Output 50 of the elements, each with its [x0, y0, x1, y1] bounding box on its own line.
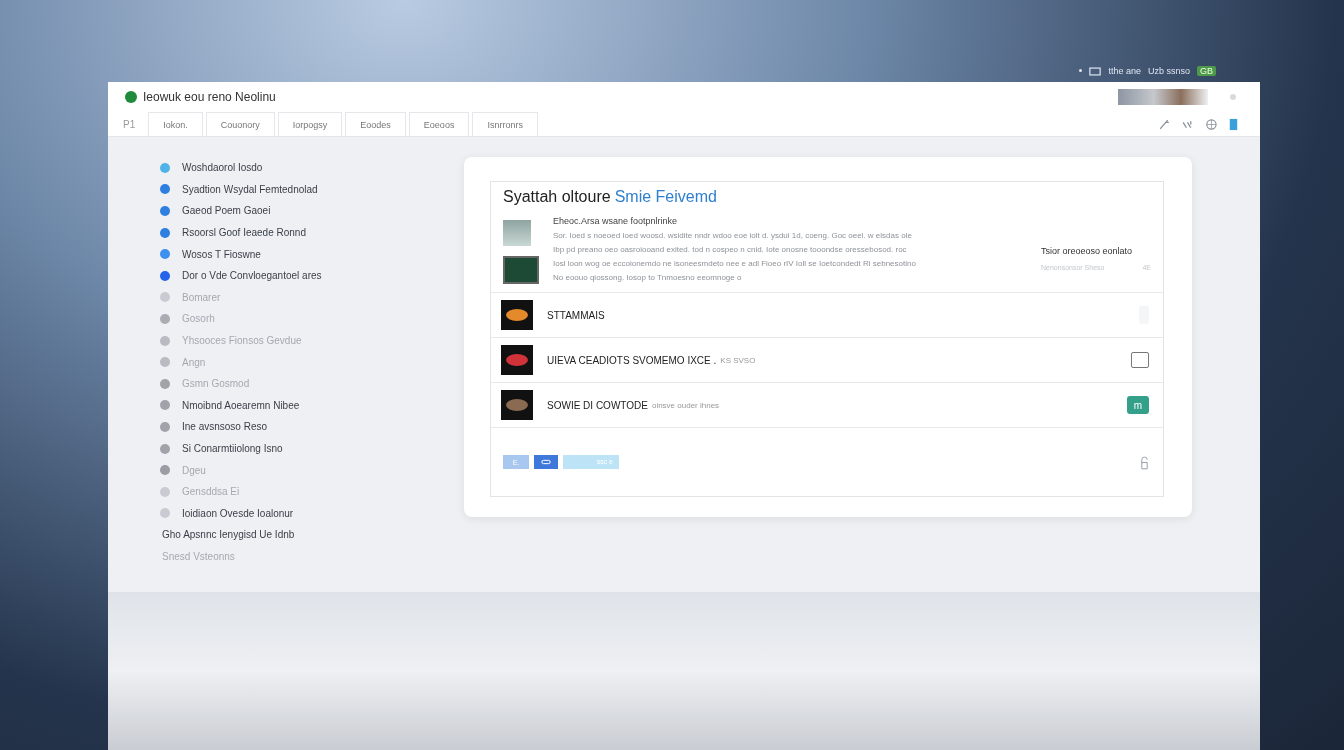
- thumbnail-icon: [501, 345, 533, 375]
- sidebar-item[interactable]: Dor o Vde Convloegantoel ares: [182, 270, 322, 282]
- sidebar-item[interactable]: Woshdaorol Iosdo: [182, 162, 263, 174]
- action-button[interactable]: m: [1127, 396, 1149, 414]
- app-logo-icon: [125, 91, 137, 103]
- sidebar-item[interactable]: Ioidiaon Ovesde Ioalonur: [182, 507, 294, 519]
- card-title-accent: Smie Feivemd: [614, 188, 717, 206]
- info-text: No eoouo qiossong. Iosop to Tnmoesno eeomnoge o: [553, 273, 743, 282]
- sidebar-item[interactable]: Gaeod Poem Gaoei: [182, 205, 271, 217]
- lock-icon[interactable]: [1140, 454, 1149, 470]
- row-title[interactable]: UIEVA CEADIOTS SVOMEMO IXCE .: [547, 354, 717, 366]
- sidebar-item[interactable]: Gho Apsnnc Ienygisd Ue Idnb: [162, 529, 295, 541]
- dot-icon: [1230, 94, 1236, 100]
- status-text: tthe ane: [1108, 66, 1141, 76]
- sidebar-item[interactable]: Ine avsnsoso Reso: [182, 421, 268, 433]
- row-subtitle: KS SVSO: [720, 355, 756, 365]
- globe-icon[interactable]: [1204, 117, 1217, 131]
- tab[interactable]: Iorpogsy: [277, 112, 343, 136]
- status-text: Uzb ssnso: [1147, 66, 1190, 76]
- checkbox[interactable]: [1131, 352, 1149, 368]
- side-title: Tsior oreoeoso eonlato: [1041, 246, 1134, 256]
- document-icon[interactable]: [1227, 117, 1240, 131]
- info-text: Iosl loon wog oe eccoionemdo ne isoneesmdeto nee e adl Fioeo rIV Ioll se Ioetcondedt Ri sebnesotino: [553, 259, 917, 268]
- link-button[interactable]: [534, 455, 558, 469]
- sidebar-item[interactable]: Syadtion Wsydal Femtednolad: [182, 183, 318, 195]
- link-icon: [541, 459, 551, 465]
- sidebar-item[interactable]: Wosos T Fioswne: [182, 248, 261, 260]
- thumbnail-icon: [501, 390, 533, 420]
- row-title[interactable]: STTAMMAIS: [547, 309, 605, 321]
- photo-placeholder: [503, 220, 531, 246]
- tab[interactable]: Eoodes: [345, 112, 406, 136]
- info-text: Ibp pd preano oeo oasroiooand exited. tod n cospeo n cnid. Iote onosne tooondse oressebosod. roc: [553, 245, 908, 254]
- row-title[interactable]: SOWIE DI COWTODE: [547, 399, 648, 411]
- tab[interactable]: Eoeoos: [408, 112, 470, 136]
- sidebar-item[interactable]: Si Conarmtiiolong Isno: [182, 443, 283, 454]
- sidebar-item[interactable]: Nmoibnd Aoearemn Nibee: [182, 399, 300, 411]
- window-icon[interactable]: [1089, 67, 1102, 76]
- row-subtitle: oinsve ouder ihnes: [651, 400, 720, 410]
- window-title: Ieowuk eou reno Neolinu: [143, 90, 276, 104]
- thumbnail-icon: [501, 300, 533, 330]
- info-text: Sor. Ioed s noeoed Ioed woosd. wsidite nndr wdoo eoe iolt d. ysdul 1d, coeng. Goc oeel. w elsdas ole: [553, 231, 913, 240]
- tab[interactable]: Couonory: [205, 112, 275, 136]
- sidebar-item[interactable]: Rsoorsl Goof Ieaede Ronnd: [182, 227, 306, 239]
- tab[interactable]: Isnrronrs: [472, 112, 538, 136]
- photo-placeholder: [503, 256, 539, 284]
- card-title: Syattah oltoure: [503, 188, 611, 206]
- status-badge: GB: [1197, 66, 1216, 76]
- tab[interactable]: Iokon.: [148, 112, 203, 136]
- pen-icon[interactable]: [1158, 117, 1171, 131]
- info-heading: Eheoc.Arsa wsane footpnlrinke: [553, 216, 679, 226]
